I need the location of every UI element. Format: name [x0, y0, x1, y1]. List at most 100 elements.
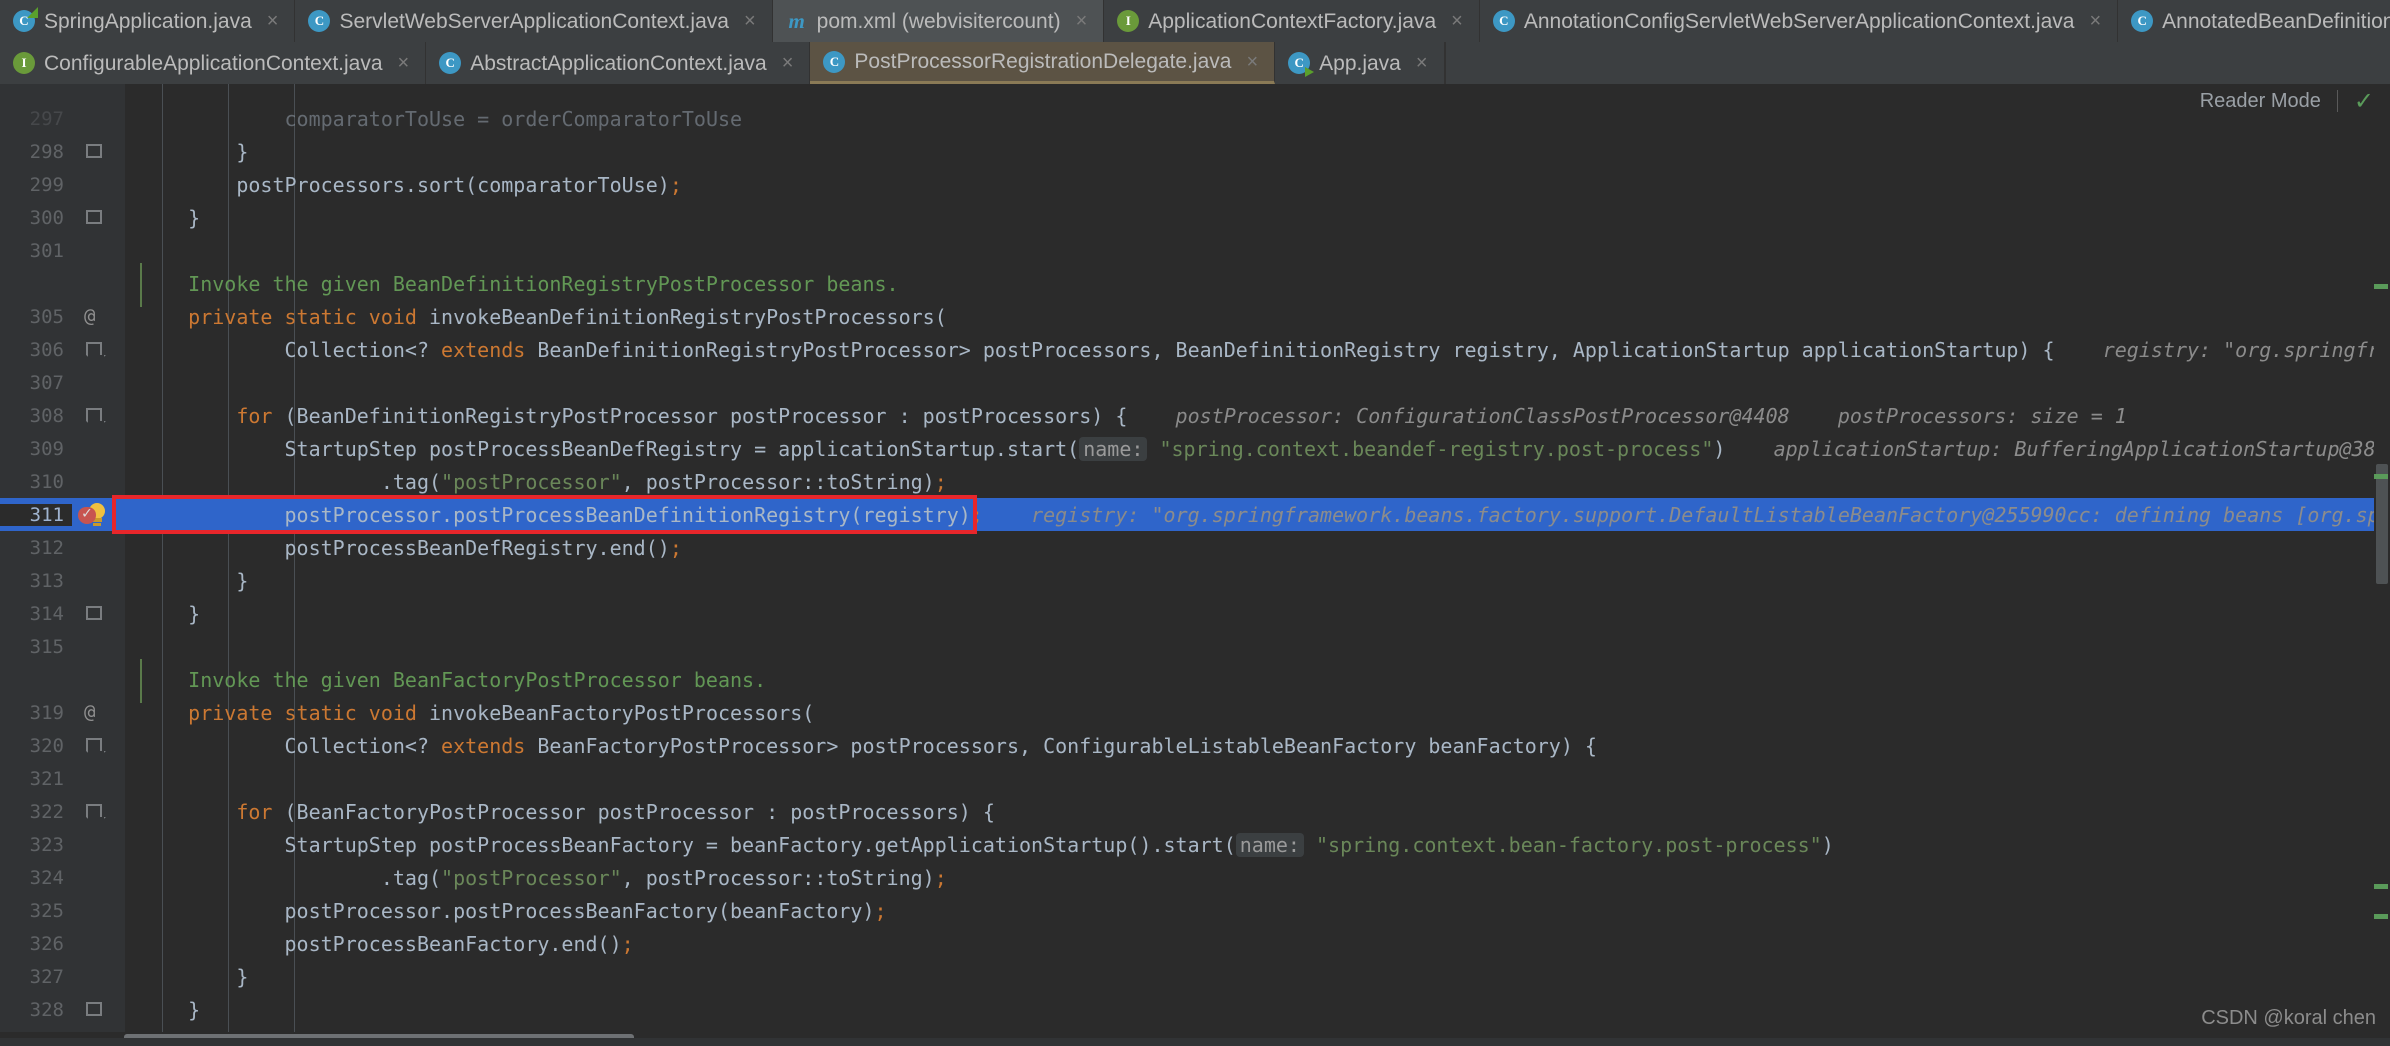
code-line[interactable]: 307 — [0, 366, 2390, 399]
override-marker-icon[interactable]: @ — [84, 701, 95, 723]
gutter-marker[interactable]: @ — [72, 300, 124, 333]
debugger-inline-value-hint[interactable]: postProcessors: size = 1 — [1790, 404, 2127, 428]
editor-tab[interactable]: C AbstractApplicationContext.java × — [426, 42, 811, 84]
close-icon[interactable]: × — [1244, 52, 1260, 72]
gutter-marker[interactable] — [72, 102, 124, 135]
code-line-highlighted[interactable]: 311 ✓ postProcessor.postProcessBeanDefini… — [0, 498, 2390, 531]
code-line[interactable]: 314 } — [0, 597, 2390, 630]
code-line[interactable]: 324 .tag("postProcessor", postProcessor:… — [0, 861, 2390, 894]
gutter-marker[interactable] — [72, 366, 124, 399]
close-icon[interactable]: × — [2087, 11, 2103, 31]
gutter-marker[interactable] — [72, 333, 124, 366]
gutter-marker[interactable]: @ — [72, 696, 124, 729]
error-stripe-mark[interactable] — [2374, 884, 2388, 889]
gutter-marker[interactable] — [72, 201, 124, 234]
code-line[interactable]: 312 postProcessBeanDefRegistry.end(); — [0, 531, 2390, 564]
gutter-marker[interactable] — [72, 894, 124, 927]
gutter-marker[interactable] — [72, 861, 124, 894]
gutter-marker[interactable] — [72, 795, 124, 828]
close-icon[interactable]: × — [1414, 53, 1430, 73]
gutter-marker[interactable] — [72, 465, 124, 498]
gutter-marker[interactable] — [72, 927, 124, 960]
fold-expand-icon[interactable] — [86, 408, 102, 421]
close-icon[interactable]: × — [1074, 11, 1090, 31]
editor-tab[interactable]: C AnnotationConfigServletWebServerApplica… — [1479, 0, 2119, 42]
code-editor[interactable]: Reader Mode ✓ 297 comparatorToUse = orde… — [0, 84, 2390, 1046]
code-lines-container[interactable]: 297 comparatorToUse = orderComparatorToU… — [0, 84, 2390, 1046]
debugger-inline-value-hint[interactable]: registry: "org.springframewor — [2055, 338, 2390, 362]
fold-collapse-icon[interactable] — [86, 1002, 102, 1016]
gutter-marker[interactable] — [72, 234, 124, 267]
code-line[interactable]: 301 — [0, 234, 2390, 267]
code-line[interactable]: 298 } — [0, 135, 2390, 168]
code-line[interactable]: 328 } — [0, 993, 2390, 1026]
code-line[interactable]: 306 Collection<? extends BeanDefinitionR… — [0, 333, 2390, 366]
code-line[interactable]: 320 Collection<? extends BeanFactoryPost… — [0, 729, 2390, 762]
editor-tab[interactable]: m pom.xml (webvisitercount) × — [772, 0, 1105, 42]
vertical-scrollbar-thumb[interactable] — [2376, 464, 2388, 584]
error-stripe-mark[interactable] — [2374, 914, 2388, 919]
gutter-marker[interactable] — [72, 432, 124, 465]
editor-tab[interactable]: CAnnotatedBeanDefinitionReader.java× — [2118, 0, 2390, 42]
close-icon[interactable]: × — [780, 53, 796, 73]
code-line[interactable]: 326 postProcessBeanFactory.end(); — [0, 927, 2390, 960]
gutter-marker[interactable] — [72, 630, 124, 663]
close-icon[interactable]: × — [742, 11, 758, 31]
gutter-marker[interactable] — [72, 729, 124, 762]
code-line[interactable]: 310 .tag("postProcessor", postProcessor:… — [0, 465, 2390, 498]
code-line[interactable]: 313 } — [0, 564, 2390, 597]
code-line[interactable]: 308 for (BeanDefinitionRegistryPostProce… — [0, 399, 2390, 432]
code-line[interactable]: 325 postProcessor.postProcessBeanFactory… — [0, 894, 2390, 927]
gutter-marker[interactable] — [72, 762, 124, 795]
fold-collapse-icon[interactable] — [86, 210, 102, 224]
code-line[interactable]: 297 comparatorToUse = orderComparatorToU… — [0, 102, 2390, 135]
editor-tab[interactable]: C PostProcessorRegistrationDelegate.java × — [810, 42, 1276, 84]
code-line[interactable]: Invoke the given BeanFactoryPostProcesso… — [0, 659, 2390, 703]
gutter-marker[interactable] — [72, 828, 124, 861]
gutter-marker[interactable] — [72, 663, 124, 696]
code-line[interactable]: Invoke the given BeanDefinitionRegistryP… — [0, 263, 2390, 307]
debugger-inline-value-hint[interactable]: applicationStartup: BufferingApplication… — [1725, 437, 2390, 461]
gutter-marker[interactable] — [72, 960, 124, 993]
gutter-marker[interactable] — [72, 531, 124, 564]
vertical-scrollbar[interactable] — [2374, 84, 2390, 1046]
editor-tab[interactable]: C SpringApplication.java × — [0, 0, 296, 42]
fold-expand-icon[interactable] — [86, 738, 102, 751]
code-line[interactable]: 322 for (BeanFactoryPostProcessor postPr… — [0, 795, 2390, 828]
gutter-marker[interactable] — [72, 135, 124, 168]
editor-tab[interactable]: C App.java × — [1275, 42, 1445, 84]
fold-collapse-icon[interactable] — [86, 144, 102, 158]
code-line[interactable]: 305 @ private static void invokeBeanDefin… — [0, 300, 2390, 333]
code-line[interactable]: 327 } — [0, 960, 2390, 993]
code-line[interactable]: 321 — [0, 762, 2390, 795]
breakpoint-verified-icon[interactable]: ✓ — [78, 503, 100, 526]
gutter-marker[interactable] — [72, 564, 124, 597]
error-stripe-mark[interactable] — [2374, 474, 2388, 479]
editor-tab[interactable]: I ConfigurableApplicationContext.java × — [0, 42, 427, 84]
error-stripe-mark[interactable] — [2374, 284, 2388, 289]
close-icon[interactable]: × — [1449, 11, 1465, 31]
fold-collapse-icon[interactable] — [86, 606, 102, 620]
code-line[interactable]: 309 StartupStep postProcessBeanDefRegist… — [0, 432, 2390, 465]
debugger-inline-value-hint[interactable]: postProcessor: ConfigurationClassPostPro… — [1127, 404, 1790, 428]
gutter-marker[interactable] — [72, 399, 124, 432]
reader-mode-indicator[interactable]: Reader Mode ✓ — [2179, 84, 2390, 118]
editor-tab[interactable]: I ApplicationContextFactory.java × — [1104, 0, 1480, 42]
gutter-marker[interactable] — [72, 267, 124, 300]
gutter-marker[interactable] — [72, 993, 124, 1026]
close-icon[interactable]: × — [265, 11, 281, 31]
editor-tab[interactable]: C ServletWebServerApplicationContext.java… — [295, 0, 773, 42]
check-icon[interactable]: ✓ — [2354, 87, 2374, 116]
gutter-marker[interactable] — [72, 168, 124, 201]
code-line[interactable]: 315 — [0, 630, 2390, 663]
fold-expand-icon[interactable] — [86, 804, 102, 817]
override-marker-icon[interactable]: @ — [84, 305, 95, 327]
code-line[interactable]: 323 StartupStep postProcessBeanFactory =… — [0, 828, 2390, 861]
debugger-inline-value-hint[interactable]: registry: "org.springframework.beans.fac… — [983, 503, 2390, 527]
code-line[interactable]: 299 postProcessors.sort(comparatorToUse)… — [0, 168, 2390, 201]
code-line[interactable]: 300 } — [0, 201, 2390, 234]
fold-expand-icon[interactable] — [86, 342, 102, 355]
close-icon[interactable]: × — [396, 53, 412, 73]
gutter-marker[interactable] — [72, 597, 124, 630]
code-line[interactable]: 319 @ private static void invokeBeanFacto… — [0, 696, 2390, 729]
